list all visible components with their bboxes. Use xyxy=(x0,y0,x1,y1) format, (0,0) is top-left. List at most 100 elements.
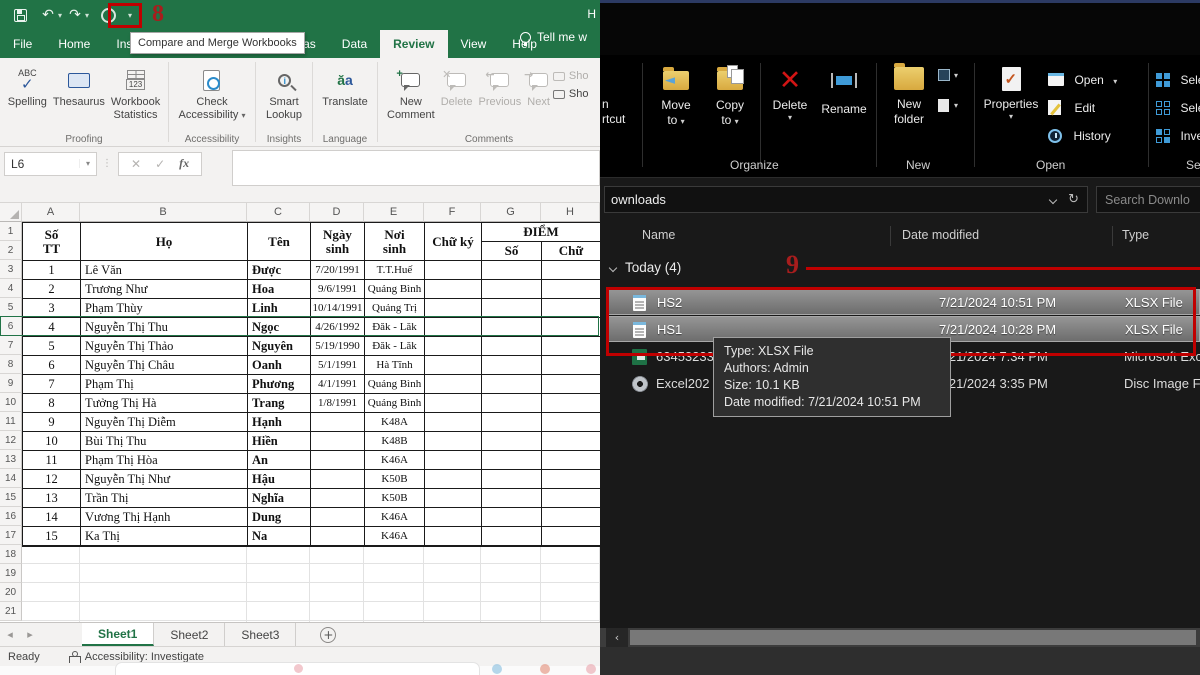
table-cell[interactable]: Nguyễn Thị Như xyxy=(81,470,248,489)
history-button[interactable]: History xyxy=(1048,127,1111,145)
table-cell[interactable] xyxy=(425,394,482,413)
row-header-17[interactable]: 17 xyxy=(0,526,22,545)
column-header-E[interactable]: E xyxy=(364,203,424,222)
table-cell[interactable]: Nguyễn Thị Thảo xyxy=(81,337,248,356)
table-cell[interactable]: 15 xyxy=(23,527,81,546)
horizontal-scrollbar[interactable]: ‹ xyxy=(600,628,1200,647)
edit-button[interactable]: Edit xyxy=(1048,99,1095,117)
column-header-G[interactable]: G xyxy=(481,203,541,222)
table-cell[interactable]: Trang xyxy=(248,394,311,413)
cancel-formula-icon[interactable]: ✕ xyxy=(131,157,141,171)
name-box-dropdown-icon[interactable]: ▾ xyxy=(79,159,96,168)
select-all-corner[interactable] xyxy=(0,203,22,222)
column-date-modified[interactable]: Date modified xyxy=(902,228,979,242)
table-cell[interactable]: Ka Thị xyxy=(81,527,248,546)
new-folder-button[interactable]: New folder xyxy=(882,67,936,127)
tab-file[interactable]: File xyxy=(0,30,45,58)
table-cell[interactable] xyxy=(425,318,482,337)
table-cell[interactable] xyxy=(311,413,365,432)
sheet-tab-sheet2[interactable]: Sheet2 xyxy=(154,623,225,646)
row-header-16[interactable]: 16 xyxy=(0,507,22,526)
table-cell[interactable]: Phạm Thị xyxy=(81,375,248,394)
table-cell[interactable]: Phạm Thị Hòa xyxy=(81,451,248,470)
name-box[interactable]: L6▾ xyxy=(4,152,97,176)
table-cell[interactable]: K46A xyxy=(365,451,425,470)
table-cell[interactable] xyxy=(542,527,600,546)
copy-to-button[interactable]: Copy to ▾ xyxy=(704,71,756,129)
table-cell[interactable]: 4/1/1991 xyxy=(311,375,365,394)
row-header-20[interactable]: 20 xyxy=(0,583,22,602)
table-cell[interactable]: 4 xyxy=(23,318,81,337)
table-cell[interactable] xyxy=(482,394,542,413)
table-cell[interactable] xyxy=(425,375,482,394)
row-header-9[interactable]: 9 xyxy=(0,374,22,393)
table-cell[interactable] xyxy=(542,470,600,489)
table-cell[interactable]: 2 xyxy=(23,280,81,299)
show-ink-button[interactable]: Sho xyxy=(553,88,589,100)
rename-button[interactable]: Rename xyxy=(816,73,872,117)
move-to-button[interactable]: ◄ Move to ▾ xyxy=(650,71,702,129)
new-comment-button[interactable]: + New Comment xyxy=(384,62,438,124)
table-cell[interactable]: Nguyễn Thị Diễm xyxy=(81,413,248,432)
table-cell[interactable]: Oanh xyxy=(248,356,311,375)
table-cell[interactable]: Na xyxy=(248,527,311,546)
table-cell[interactable]: Quảng Bình xyxy=(365,375,425,394)
next-comment-button[interactable]: → Next xyxy=(524,62,553,111)
table-cell[interactable] xyxy=(482,318,542,337)
select-none-button[interactable]: Select xyxy=(1156,99,1200,117)
workbook-statistics-button[interactable]: 123 Workbook Statistics xyxy=(108,62,163,124)
refresh-icon[interactable]: ↻ xyxy=(1068,192,1079,207)
file-row-hs2[interactable]: HS27/21/2024 10:51 PMXLSX File xyxy=(606,289,1200,315)
table-cell[interactable]: Nghĩa xyxy=(248,489,311,508)
search-input[interactable]: Search Downlo xyxy=(1096,186,1200,213)
sheet-nav-right-icon[interactable]: ▸ xyxy=(20,623,40,646)
check-accessibility-button[interactable]: Check Accessibility ▾ xyxy=(176,62,249,124)
row-header-4[interactable]: 4 xyxy=(0,279,22,298)
table-cell[interactable]: Nguyễn Thị Thu xyxy=(81,318,248,337)
table-cell[interactable] xyxy=(425,356,482,375)
table-cell[interactable] xyxy=(482,470,542,489)
table-cell[interactable]: Vương Thị Hạnh xyxy=(81,508,248,527)
table-cell[interactable]: K48B xyxy=(365,432,425,451)
scroll-left-icon[interactable]: ‹ xyxy=(606,628,628,647)
spelling-button[interactable]: ABC✓ Spelling xyxy=(5,62,50,111)
column-header-D[interactable]: D xyxy=(310,203,364,222)
table-cell[interactable] xyxy=(542,508,600,527)
table-cell[interactable]: 14 xyxy=(23,508,81,527)
properties-button[interactable]: Properties ▾ xyxy=(980,67,1042,121)
row-header-5[interactable]: 5 xyxy=(0,298,22,317)
table-cell[interactable]: 10 xyxy=(23,432,81,451)
easy-access-button[interactable] xyxy=(938,99,949,112)
table-cell[interactable] xyxy=(311,489,365,508)
tab-data[interactable]: Data xyxy=(329,30,380,58)
table-cell[interactable]: Quảng Bình xyxy=(365,394,425,413)
table-cell[interactable]: Hoa xyxy=(248,280,311,299)
table-cell[interactable] xyxy=(542,394,600,413)
table-cell[interactable]: Trần Thị xyxy=(81,489,248,508)
column-header-F[interactable]: F xyxy=(424,203,481,222)
invert-selection-button[interactable]: Invert xyxy=(1156,127,1200,145)
table-cell[interactable] xyxy=(542,337,600,356)
table-cell[interactable]: Ngọc xyxy=(248,318,311,337)
row-header-21[interactable]: 21 xyxy=(0,602,22,621)
save-icon[interactable] xyxy=(14,9,27,22)
table-cell[interactable]: K50B xyxy=(365,470,425,489)
row-header-8[interactable]: 8 xyxy=(0,355,22,374)
table-cell[interactable] xyxy=(542,451,600,470)
table-cell[interactable] xyxy=(311,470,365,489)
table-cell[interactable] xyxy=(425,451,482,470)
table-cell[interactable]: Dung xyxy=(248,508,311,527)
formula-input[interactable] xyxy=(232,150,600,186)
table-cell[interactable] xyxy=(542,280,600,299)
group-header-today[interactable]: Today (4) xyxy=(610,260,681,275)
group-collapse-icon[interactable] xyxy=(609,263,617,271)
table-cell[interactable] xyxy=(425,299,482,318)
table-cell[interactable] xyxy=(542,318,600,337)
table-cell[interactable] xyxy=(542,489,600,508)
status-accessibility[interactable]: Accessibility: Investigate xyxy=(85,651,204,663)
row-header-7[interactable]: 7 xyxy=(0,336,22,355)
table-cell[interactable]: Phương xyxy=(248,375,311,394)
sheet-tab-sheet1[interactable]: Sheet1 xyxy=(82,623,154,646)
previous-comment-button[interactable]: ← Previous xyxy=(475,62,524,111)
table-cell[interactable] xyxy=(482,299,542,318)
